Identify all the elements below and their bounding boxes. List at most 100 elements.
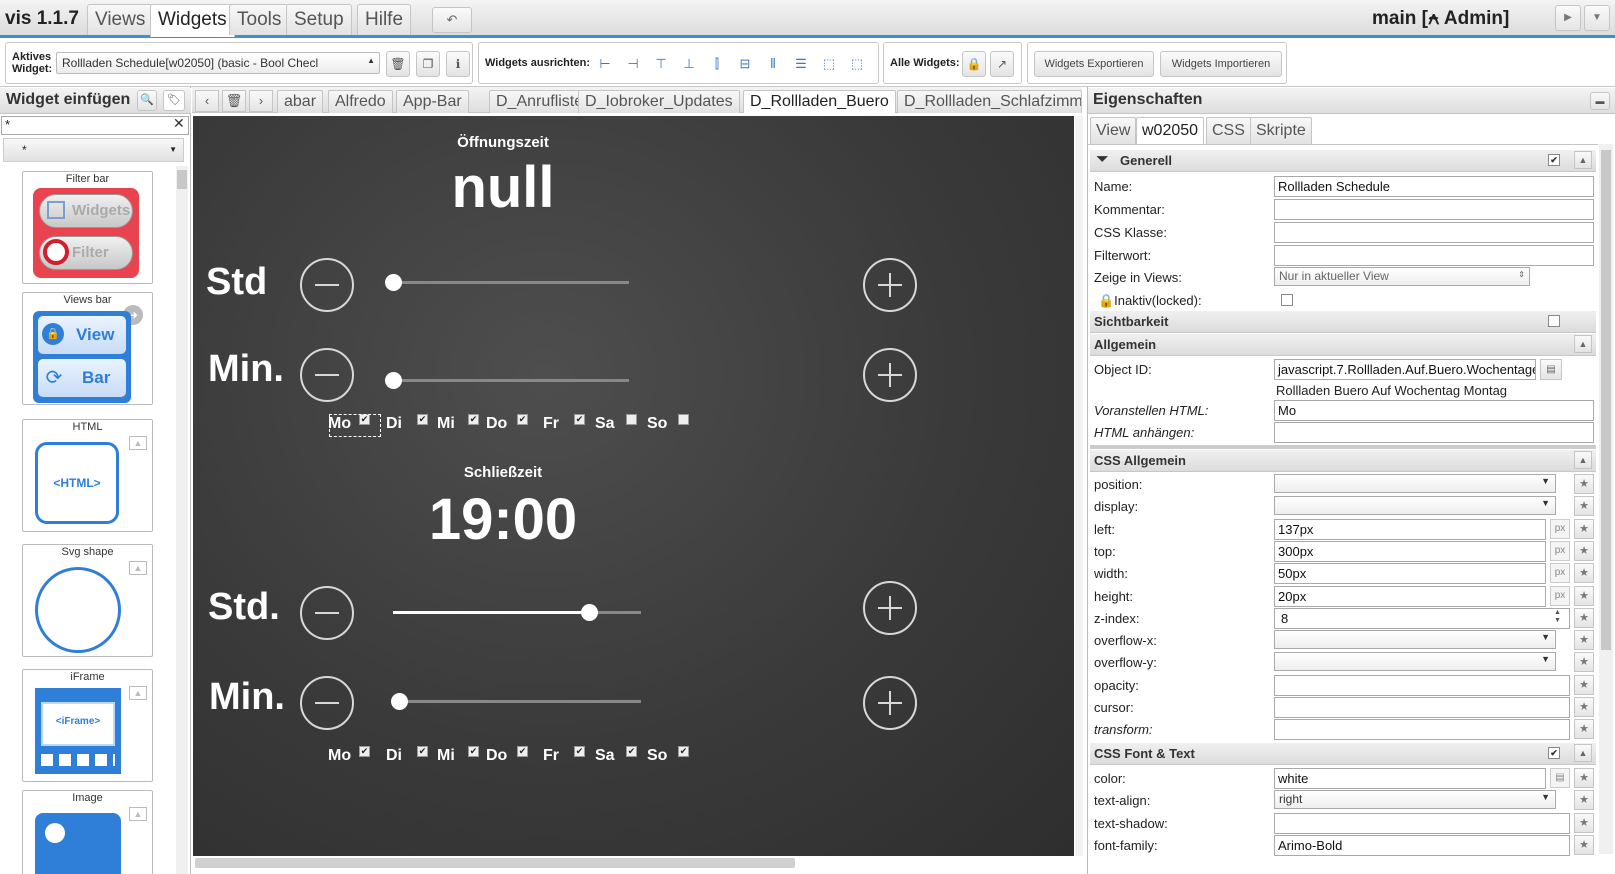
section-sichtbarkeit[interactable]: Sichtbarkeit [1090,311,1596,333]
import-widgets-button[interactable]: Widgets Importieren [1160,51,1282,77]
section-collapse-icon[interactable]: ▲ [1574,151,1592,169]
menu-tab-hilfe[interactable]: Hilfe [357,4,412,35]
export-widgets-button[interactable]: Widgets Exportieren [1034,51,1154,77]
unit-px-button[interactable]: px [1550,540,1570,561]
object-id-input[interactable]: javascript.7.Rollladen.Auf.Buero.Wochent… [1274,359,1536,380]
object-browser-icon[interactable]: ▤ [1540,359,1562,380]
weekday-checkbox-sa[interactable] [626,414,637,425]
prop-tab-css[interactable]: CSS [1206,117,1251,144]
weekday-checkbox-di[interactable]: ✔ [417,414,428,425]
menu-tab-views[interactable]: Views [87,4,154,35]
weekday-checkbox-fr[interactable]: ✔ [574,746,585,757]
star-icon[interactable]: ★ [1574,607,1594,628]
dropdown-icon[interactable]: ▼ [1584,5,1610,31]
font-input-0[interactable]: white [1274,768,1546,789]
minus-button-std2[interactable] [300,586,354,640]
menu-tab-tools[interactable]: Tools [229,4,290,35]
html-anhaengen-input[interactable] [1274,422,1594,443]
css-input-2[interactable]: 137px [1274,518,1546,540]
star-icon[interactable]: ★ [1574,518,1594,539]
generell-input-1[interactable] [1274,199,1594,220]
align-top-icon[interactable]: ⊤ [653,56,669,72]
plus-button-min1[interactable] [863,348,917,402]
tabs-next-icon[interactable]: › [249,90,273,112]
css-select-7[interactable]: ▼ [1274,630,1556,650]
weekday-checkbox-mo[interactable]: ✔ [359,746,370,757]
star-icon[interactable]: ★ [1574,768,1594,788]
weekday-checkbox-di[interactable]: ✔ [417,746,428,757]
weekday-checkbox-mi[interactable]: ✔ [468,746,479,757]
view-tab[interactable]: App-Bar [396,90,469,113]
prop-tab-widget[interactable]: w02050 [1136,117,1205,144]
widget-card-svg-shape[interactable]: Svg shape ▲ [22,544,153,657]
widget-card-views-bar[interactable]: Views bar ➜ View 🔒 Bar ⟳ [22,292,153,405]
star-icon[interactable]: ★ [1574,719,1594,740]
star-icon[interactable]: ★ [1574,630,1594,651]
widget-category-select[interactable]: * ▼ [3,138,184,162]
view-tab[interactable]: D_Rollladen_Schlafzimm [897,90,1082,113]
css-input-4[interactable]: 50px [1274,563,1546,585]
info-icon[interactable]: ℹ [446,51,470,77]
css-select-0[interactable]: ▼ [1274,474,1556,493]
same-height-icon[interactable]: ⬚ [849,56,865,72]
plus-button-min2[interactable] [863,676,917,730]
menu-tab-setup[interactable]: Setup [286,4,352,35]
menu-tab-widgets[interactable]: Widgets [150,4,235,37]
unit-px-button[interactable]: px [1550,518,1570,539]
star-icon[interactable]: ★ [1574,812,1594,833]
unit-px-button[interactable]: px [1550,585,1570,606]
copy-widget-icon[interactable]: ❐ [416,51,440,77]
voranstellen-html-input[interactable]: Mo [1274,400,1594,421]
unit-px-button[interactable]: px [1550,563,1570,584]
clear-filter-icon[interactable]: ✕ [173,115,185,132]
star-icon[interactable]: ★ [1574,674,1594,695]
section-allgemein[interactable]: Allgemein ▲ [1090,334,1596,356]
widget-list-scrollbar-thumb[interactable] [177,170,187,189]
css-input-3[interactable]: 300px [1274,540,1546,562]
run-icon[interactable]: ▶ [1555,5,1581,31]
minus-button-std1[interactable] [300,258,354,312]
star-icon[interactable]: ★ [1574,834,1594,855]
external-link-icon[interactable]: ↗ [990,51,1014,77]
star-icon[interactable]: ★ [1574,496,1594,517]
delete-widget-icon[interactable]: 🗑 [386,51,410,77]
inaktiv-checkbox[interactable] [1281,294,1293,306]
slider-knob-std2[interactable] [580,604,598,621]
widget-filter-input[interactable]: * [1,116,189,135]
slider-std1[interactable] [393,281,629,284]
delete-view-icon[interactable]: 🗑 [222,90,246,112]
font-select-1[interactable]: right ▼ [1274,790,1556,810]
star-icon[interactable]: ★ [1574,652,1594,673]
weekday-checkbox-so[interactable] [678,414,689,425]
align-center-h-icon[interactable]: ⊟ [737,56,753,72]
star-icon[interactable]: ★ [1574,540,1594,561]
lock-icon[interactable]: 🔒 [962,51,986,77]
view-tab[interactable]: D_Anrufliste [489,90,591,113]
minus-button-min1[interactable] [300,348,354,402]
font-input-3[interactable]: Arimo-Bold [1274,834,1570,856]
css-input-5[interactable]: 20px [1274,585,1546,607]
section-collapse-icon[interactable]: ▲ [1574,451,1592,469]
slider-min2[interactable] [399,700,641,703]
weekday-checkbox-do[interactable]: ✔ [517,414,528,425]
same-width-icon[interactable]: ⬚ [821,56,837,72]
zeige-in-views-select[interactable]: Nur in aktueller View ⇕ [1274,267,1530,286]
weekday-checkbox-so[interactable]: ✔ [678,746,689,757]
view-tab[interactable]: abar [277,90,324,113]
tabs-prev-icon[interactable]: ‹ [195,90,219,112]
widget-card-html[interactable]: HTML ▲ <HTML> [22,419,153,532]
view-tab[interactable]: Alfredo [328,90,393,113]
align-bottom-icon[interactable]: ⊥ [681,56,697,72]
undo-button[interactable]: ↶ [432,7,472,33]
minus-button-min2[interactable] [300,676,354,730]
star-icon[interactable]: ★ [1574,474,1594,494]
widget-card-iframe[interactable]: iFrame ▲ <iFrame> [22,669,153,782]
slider-knob-std1[interactable] [385,274,402,291]
section-collapse-icon[interactable]: ▲ [1574,744,1592,762]
css-input-11[interactable] [1274,719,1570,741]
slider-min1[interactable] [393,379,629,382]
star-icon[interactable]: ★ [1574,563,1594,584]
star-icon[interactable]: ★ [1574,790,1594,811]
align-right-icon[interactable]: ⊣ [625,56,641,72]
color-picker-icon[interactable]: ▤ [1550,768,1570,788]
